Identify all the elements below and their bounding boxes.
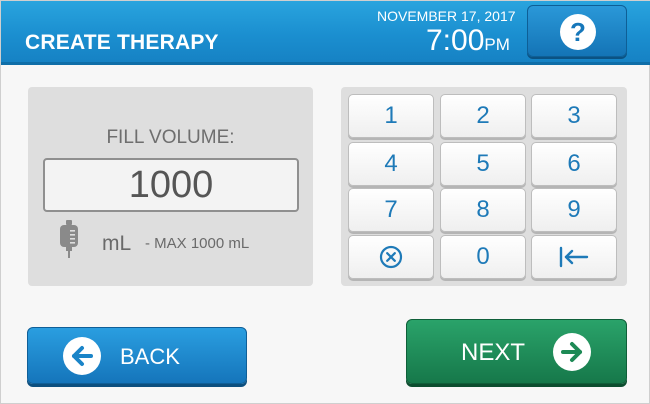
time-value: 7:00 — [426, 24, 485, 57]
key-4[interactable]: 4 — [348, 142, 434, 186]
max-volume-text: - MAX 1000 mL — [145, 235, 250, 252]
key-5[interactable]: 5 — [440, 142, 526, 186]
backspace-icon — [559, 246, 589, 268]
back-button[interactable]: BACK — [27, 327, 247, 384]
help-button[interactable]: ? — [527, 5, 627, 57]
backspace-key[interactable] — [531, 235, 617, 279]
next-label: NEXT — [461, 339, 526, 366]
key-6[interactable]: 6 — [531, 142, 617, 186]
clear-key[interactable] — [348, 235, 434, 279]
key-1[interactable]: 1 — [348, 94, 434, 138]
unit-label: mL — [102, 232, 132, 255]
arrow-left-icon — [63, 337, 101, 375]
key-7[interactable]: 7 — [348, 188, 434, 232]
header-date: NOVEMBER 17, 2017 — [377, 8, 516, 24]
key-8[interactable]: 8 — [440, 188, 526, 232]
header-time: 7:00PM — [426, 26, 510, 60]
header-bar: CREATE THERAPY NOVEMBER 17, 2017 7:00PM … — [1, 1, 650, 65]
fill-volume-label: FILL VOLUME: — [106, 127, 235, 148]
clear-icon — [379, 245, 403, 269]
arrow-right-icon — [553, 333, 591, 371]
help-icon: ? — [560, 14, 596, 50]
fill-volume-field[interactable]: 1000 — [43, 158, 299, 212]
page-title: CREATE THERAPY — [25, 31, 219, 54]
key-2[interactable]: 2 — [440, 94, 526, 138]
time-ampm: PM — [484, 35, 510, 54]
numeric-keypad: 1 2 3 4 5 6 7 8 9 0 — [341, 87, 627, 286]
screen-frame: CREATE THERAPY NOVEMBER 17, 2017 7:00PM … — [0, 0, 650, 404]
key-0[interactable]: 0 — [440, 235, 526, 279]
key-3[interactable]: 3 — [531, 94, 617, 138]
iv-bag-icon — [58, 220, 80, 263]
next-button[interactable]: NEXT — [406, 319, 627, 384]
back-label: BACK — [120, 344, 180, 369]
fill-volume-panel: FILL VOLUME: 1000 mL - MAX 1000 mL — [28, 87, 313, 286]
key-9[interactable]: 9 — [531, 188, 617, 232]
